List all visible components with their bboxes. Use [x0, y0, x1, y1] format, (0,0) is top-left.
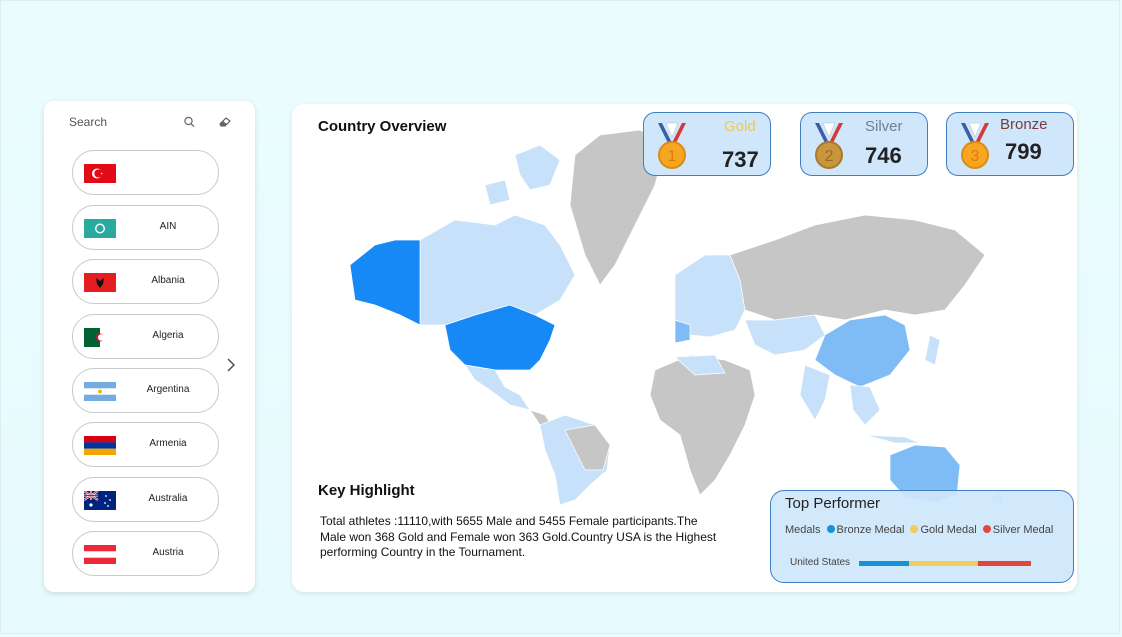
algeria-flag-icon: [84, 328, 116, 347]
chevron-right-icon[interactable]: [225, 357, 237, 373]
silver-count: 746: [865, 143, 902, 168]
gold-medal-card: 1 Gold 737: [643, 112, 771, 176]
map-region-alaska: [349, 239, 421, 326]
country-item-austria[interactable]: Austria: [72, 531, 219, 576]
map-region-japan: [924, 334, 941, 366]
bronze-count: 799: [1005, 139, 1042, 164]
silver-label: Silver: [865, 118, 903, 135]
svg-text:1: 1: [668, 148, 677, 165]
silver-medal-card: 2 Silver 746: [800, 112, 928, 176]
country-label: Australia: [148, 493, 188, 504]
slicer-search[interactable]: Search: [69, 115, 234, 131]
svg-text:3: 3: [971, 148, 980, 165]
country-label: Albania: [151, 275, 185, 286]
gold-count: 737: [722, 147, 759, 172]
country-label: AIN: [159, 221, 177, 232]
legend-title: Medals: [785, 524, 821, 536]
country-overview-title: Country Overview: [318, 118, 447, 135]
country-item-albania[interactable]: Albania: [72, 259, 219, 304]
bar-segment-bronze[interactable]: [859, 561, 909, 566]
bar-segment-silver[interactable]: [977, 561, 1031, 566]
country-item-algeria[interactable]: Algeria: [72, 314, 219, 359]
bar-segment-gold[interactable]: [908, 561, 978, 566]
top-performer-country: United States: [790, 557, 851, 568]
country-label: Armenia: [149, 438, 187, 449]
top-performer-stacked-bar[interactable]: [859, 561, 1031, 566]
country-label: Argentina: [146, 384, 190, 395]
gold-label: Gold: [724, 118, 756, 135]
map-region-arctic-islands: [514, 144, 561, 191]
medals-legend: Medals Bronze Medal Gold Medal Silver Me…: [785, 524, 1053, 536]
map-region-mexico: [464, 364, 531, 411]
country-item-turkey[interactable]: [72, 150, 219, 195]
world-map[interactable]: [345, 125, 1015, 505]
country-label: Algeria: [152, 330, 184, 341]
bronze-label: Bronze: [1000, 116, 1048, 133]
search-input[interactable]: Search: [69, 115, 107, 129]
map-region-africa: [649, 354, 756, 496]
map-region-southeast-asia: [849, 384, 881, 426]
legend-item-silver[interactable]: Silver Medal: [982, 524, 1053, 536]
turkey-flag-icon: [84, 164, 116, 183]
map-region-russia: [729, 214, 986, 321]
bronze-medal-card: 3 Bronze 799: [946, 112, 1074, 176]
key-highlight-text: Total athletes :11110,with 5655 Male and…: [320, 514, 717, 559]
austria-flag-icon: [84, 545, 116, 564]
silver-medal-icon: 2: [815, 122, 843, 169]
country-item-australia[interactable]: Australia: [72, 477, 219, 522]
armenia-flag-icon: [84, 436, 116, 455]
legend-item-bronze[interactable]: Bronze Medal: [826, 524, 904, 536]
eraser-icon[interactable]: [217, 115, 233, 129]
argentina-flag-icon: [84, 382, 116, 401]
map-region-india: [799, 364, 831, 421]
map-region-arctic-islands: [484, 179, 511, 206]
ain-flag-icon: [84, 219, 116, 238]
bronze-medal-icon: 3: [961, 122, 989, 169]
country-item-argentina[interactable]: Argentina: [72, 368, 219, 413]
key-highlight-title: Key Highlight: [318, 482, 415, 499]
top-performer-title: Top Performer: [785, 495, 881, 512]
country-label: Austria: [152, 547, 184, 558]
country-slicer: Search AIN Albania Algeria Argentina Arm…: [44, 101, 255, 592]
search-icon[interactable]: [183, 115, 197, 129]
svg-text:2: 2: [825, 148, 834, 165]
top-performer-card: Top Performer Medals Bronze Medal Gold M…: [770, 490, 1074, 583]
country-item-ain[interactable]: AIN: [72, 205, 219, 250]
legend-item-gold[interactable]: Gold Medal: [910, 524, 977, 536]
map-region-central-asia: [744, 314, 826, 356]
country-item-armenia[interactable]: Armenia: [72, 422, 219, 467]
australia-flag-icon: [84, 491, 116, 510]
map-region-indonesia: [864, 434, 921, 444]
albania-flag-icon: [84, 273, 116, 292]
gold-medal-icon: 1: [658, 122, 686, 169]
